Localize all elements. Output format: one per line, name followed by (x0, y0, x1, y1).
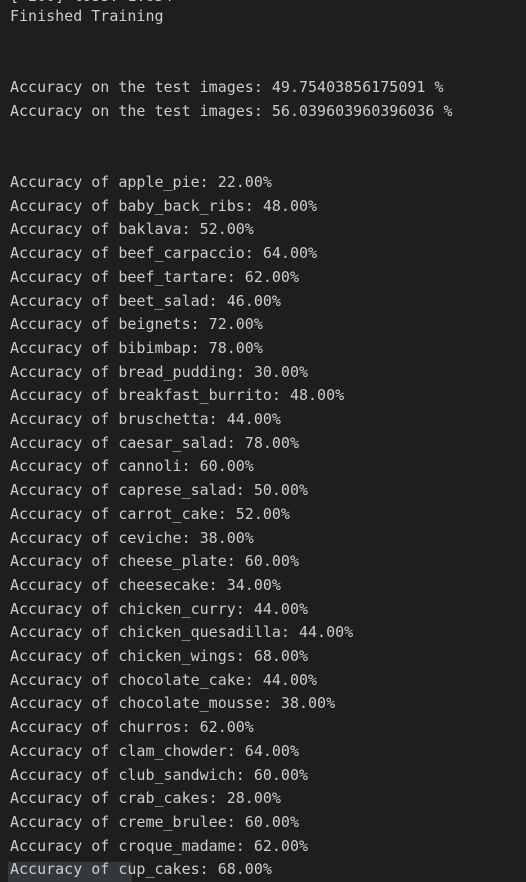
class-accuracy-line: Accuracy of beef_carpaccio: 64.00% (10, 244, 318, 263)
class-accuracy-line: Accuracy of caprese_salad: 50.00% (10, 481, 309, 500)
class-accuracy-line: Accuracy of apple_pie: 22.00% (10, 173, 272, 191)
class-accuracy-line: Accuracy of bruschetta: 44.00% (10, 410, 281, 428)
class-accuracy-line: Accuracy of croque_madame: 62.00% (10, 836, 309, 855)
class-accuracy-line: Accuracy of beignets: 72.00% (10, 315, 263, 334)
class-accuracy-line: Accuracy of cup_cakes: 68.00% (10, 860, 272, 879)
class-accuracy-line: Accuracy of bread_pudding: 30.00% (10, 362, 309, 381)
class-accuracy-line: Accuracy of chicken_wings: 68.00% (10, 647, 309, 665)
class-accuracy-line: Accuracy of beet_salad: 46.00% (10, 291, 281, 310)
class-accuracy-line: Accuracy of chocolate_cake: 44.00% (10, 670, 318, 689)
class-accuracy-line: Accuracy of ceviche: 38.00% (10, 528, 254, 547)
class-accuracy-line: Accuracy of club_sandwich: 60.00% (10, 765, 309, 784)
terminal-output-panel[interactable]: [ 200] loss: 1.634 Finished Training Acc… (0, 0, 526, 882)
class-accuracy-line: Accuracy of creme_brulee: 60.00% (10, 812, 299, 831)
class-accuracy-line: Accuracy of bibimbap: 78.00% (10, 338, 263, 357)
class-accuracy-line: Accuracy of churros: 62.00% (10, 718, 254, 737)
class-accuracy-line: Accuracy of crab_cakes: 28.00% (10, 789, 281, 808)
class-accuracy-line: Accuracy of clam_chowder: 64.00% (10, 741, 299, 760)
class-accuracy-line: Accuracy of breakfast_burrito: 48.00% (10, 386, 345, 405)
status-line: Finished Training (10, 7, 164, 25)
class-accuracy-line: Accuracy of cheese_plate: 60.00% (10, 552, 299, 571)
class-accuracy-line: Accuracy of beef_tartare: 62.00% (10, 267, 299, 286)
test-accuracy-line: Accuracy on the test images: 56.03960396… (10, 102, 453, 120)
class-accuracy-line: Accuracy of cheesecake: 34.00% (10, 575, 281, 594)
class-accuracy-line: Accuracy of caesar_salad: 78.00% (10, 433, 299, 452)
class-accuracy-line: Accuracy of carrot_cake: 52.00% (10, 504, 290, 523)
class-accuracy-line: Accuracy of cannoli: 60.00% (10, 457, 254, 476)
class-accuracy-line: Accuracy of chicken_quesadilla: 44.00% (10, 623, 354, 642)
class-accuracy-line: Accuracy of baklava: 52.00% (10, 220, 254, 239)
class-accuracy-line: Accuracy of chicken_curry: 44.00% (10, 599, 309, 618)
test-accuracy-line: Accuracy on the test images: 49.75403856… (10, 78, 444, 96)
class-accuracy-line: Accuracy of baby_back_ribs: 48.00% (10, 196, 318, 215)
class-accuracy-line: Accuracy of chocolate_mousse: 38.00% (10, 694, 336, 713)
